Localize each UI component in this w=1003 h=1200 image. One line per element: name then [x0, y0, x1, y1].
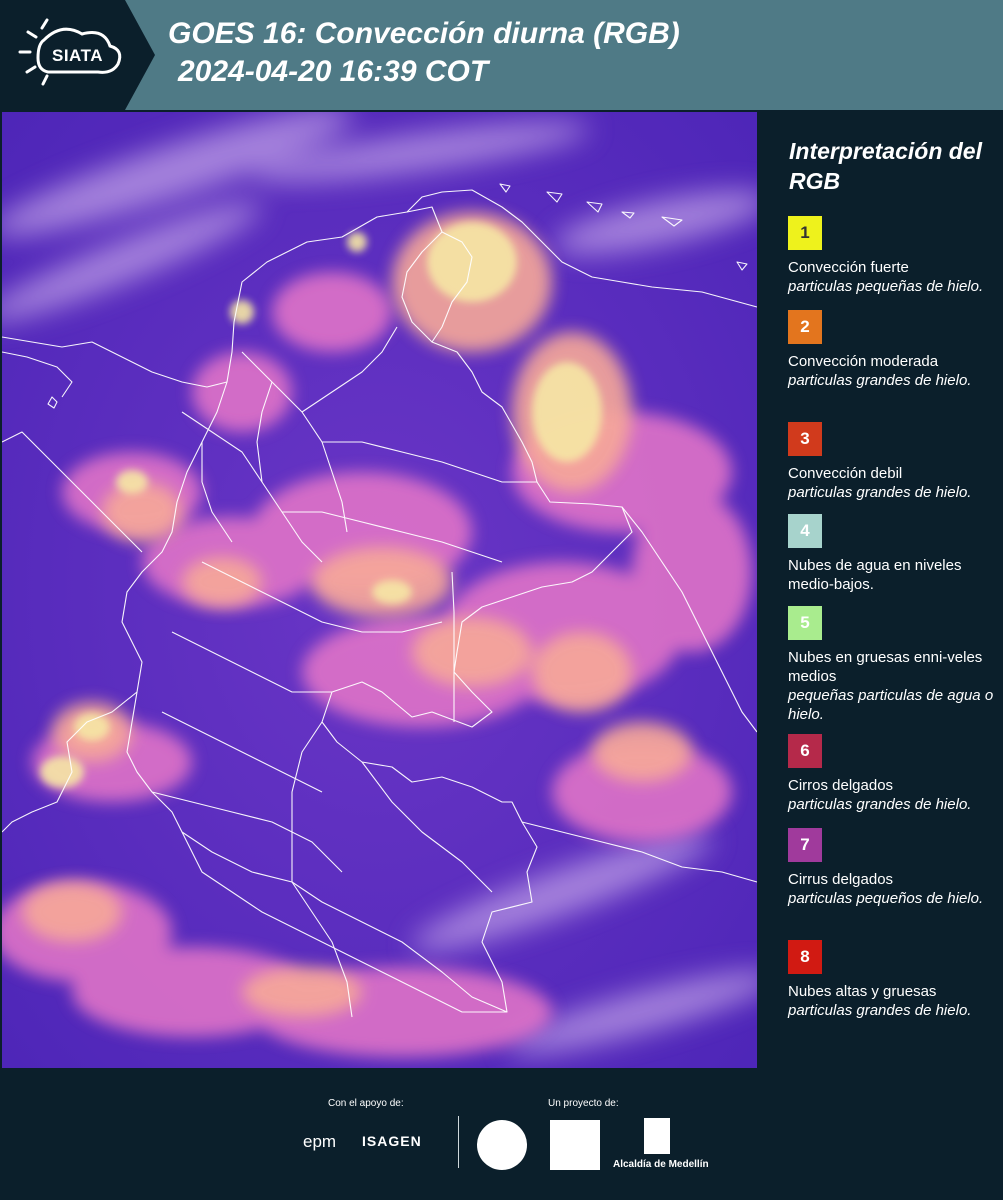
support-label: Con el apoyo de: — [328, 1098, 404, 1109]
legend-desc-3: particulas grandes de hielo. — [788, 484, 972, 501]
legend-swatch-6: 6 — [788, 734, 822, 768]
siata-logo: SIATA — [0, 0, 155, 110]
project-label: Un proyecto de: — [548, 1098, 619, 1109]
legend-number-6: 6 — [800, 741, 810, 760]
legend-swatch-1: 1 — [788, 216, 822, 250]
legend-label-4: Nubes de agua en niveles medio-bajos. — [788, 557, 962, 593]
legend-swatch-7: 7 — [788, 828, 822, 862]
legend-number-5: 5 — [800, 613, 810, 632]
legend-swatch-5: 5 — [788, 606, 822, 640]
legend-label-7: Cirrus delgados — [788, 871, 894, 888]
footer-divider — [458, 1116, 459, 1168]
satellite-map — [2, 112, 757, 1068]
legend-label-2: Convección moderada — [788, 353, 939, 370]
legend-item-6: 6 Cirros delgados particulas grandes de … — [788, 734, 998, 814]
legend-number-2: 2 — [800, 317, 810, 336]
legend-desc-6: particulas grandes de hielo. — [788, 796, 972, 813]
legend-item-8: 8 Nubes altas y gruesas particulas grand… — [788, 940, 998, 1020]
legend-item-5: 5 Nubes en gruesas enni-veles medios peq… — [788, 606, 998, 724]
header: SIATA GOES 16: Convección diurna (RGB) 2… — [0, 0, 1003, 110]
legend-item-3: 3 Convección debil particulas grandes de… — [788, 422, 998, 502]
legend-number-8: 8 — [800, 947, 810, 966]
alcaldia-label: Alcaldía de Medellín — [613, 1159, 709, 1170]
legend-item-2: 2 Convección moderada particulas grandes… — [788, 310, 998, 390]
legend-desc-1: particulas pequeñas de hielo. — [788, 278, 984, 295]
medellin-seal-icon — [477, 1120, 527, 1170]
legend-item-7: 7 Cirrus delgados particulas pequeños de… — [788, 828, 998, 908]
legend-number-4: 4 — [800, 521, 810, 540]
legend-swatch-4: 4 — [788, 514, 822, 548]
legend-title: Interpretación del RGB — [789, 138, 982, 194]
legend-swatch-8: 8 — [788, 940, 822, 974]
legend-desc-2: particulas grandes de hielo. — [788, 372, 972, 389]
legend-desc-7: particulas pequeños de hielo. — [788, 890, 984, 907]
legend-label-5: Nubes en gruesas enni-veles medios — [788, 649, 983, 685]
legend-number-3: 3 — [800, 429, 810, 448]
legend-label-8: Nubes altas y gruesas — [788, 983, 937, 1000]
siata-logo-text: SIATA — [52, 46, 103, 65]
legend-number-7: 7 — [800, 835, 810, 854]
area-metropolitana-logo-icon — [550, 1120, 600, 1170]
satellite-image — [2, 112, 757, 1068]
epm-logo: epm — [303, 1132, 337, 1151]
page-title: GOES 16: Convección diurna (RGB) — [168, 17, 680, 50]
page-timestamp: 2024-04-20 16:39 COT — [178, 55, 489, 88]
legend-panel: Interpretación del RGB 1 Convección fuer… — [760, 112, 1003, 1068]
legend-swatch-3: 3 — [788, 422, 822, 456]
legend-label-3: Convección debil — [788, 465, 903, 482]
legend-desc-8: particulas grandes de hielo. — [788, 1002, 972, 1019]
isagen-logo: ISAGEN — [362, 1133, 422, 1149]
footer: Con el apoyo de: Un proyecto de: epm ISA… — [0, 1070, 1003, 1200]
legend-item-4: 4 Nubes de agua en niveles medio-bajos. — [788, 514, 998, 594]
legend-swatch-2: 2 — [788, 310, 822, 344]
legend-label-1: Convección fuerte — [788, 259, 909, 276]
legend-item-1: 1 Convección fuerte particulas pequeñas … — [788, 216, 998, 296]
legend-desc-5: pequeñas particulas de agua o hielo. — [788, 687, 994, 723]
legend-number-1: 1 — [800, 223, 810, 242]
legend-label-6: Cirros delgados — [788, 777, 894, 794]
alcaldia-shield-icon — [644, 1118, 670, 1154]
